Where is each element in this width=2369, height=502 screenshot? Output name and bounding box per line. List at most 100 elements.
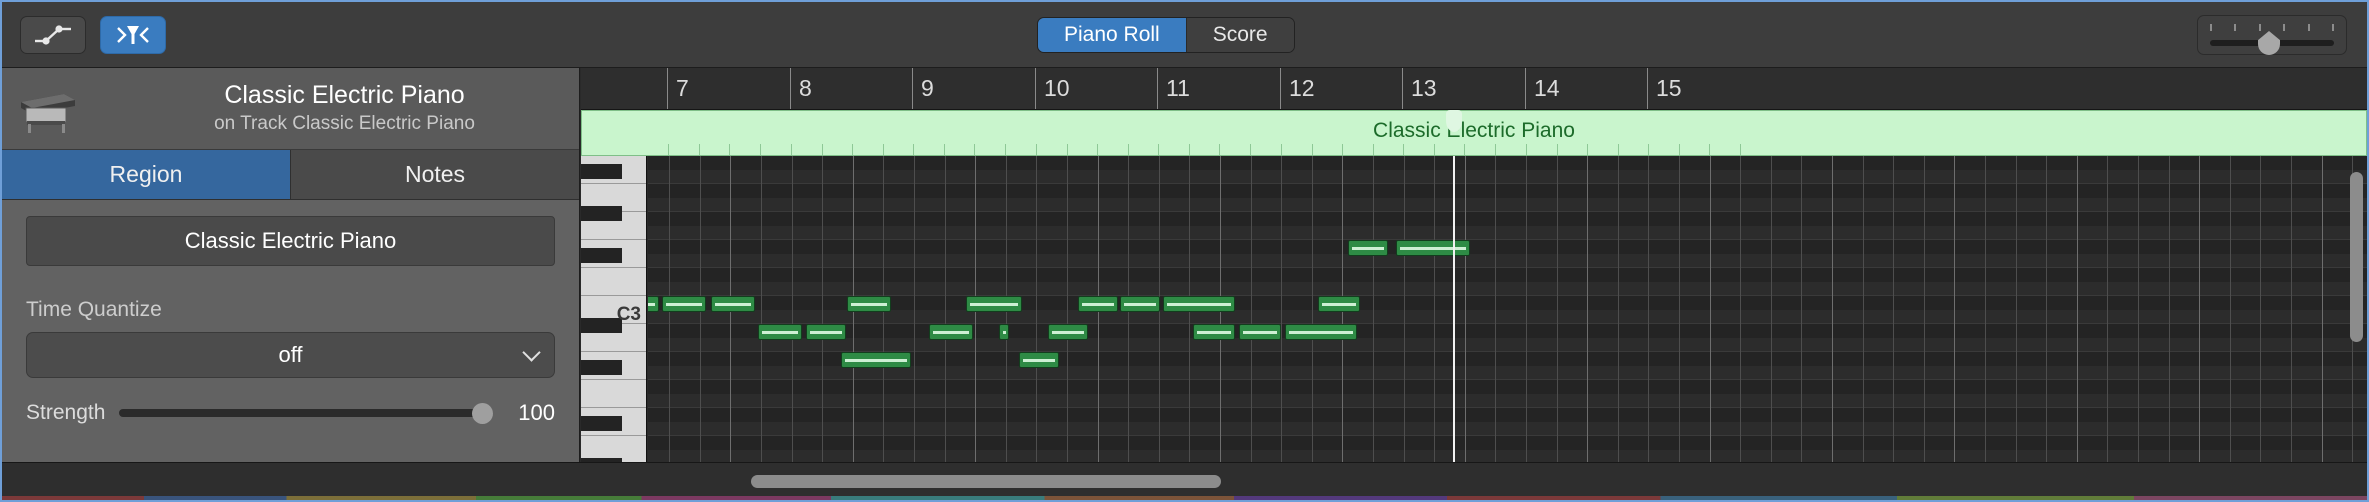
midi-note[interactable]: [1348, 240, 1388, 256]
time-quantize-select[interactable]: off: [26, 332, 555, 378]
grid-beat-line: [945, 156, 946, 466]
region-beat-tick: [1464, 144, 1466, 155]
tab-notes[interactable]: Notes: [290, 150, 579, 200]
region-beat-tick: [1556, 144, 1558, 155]
midi-note[interactable]: [1285, 324, 1357, 340]
piano-black-key[interactable]: [581, 206, 622, 221]
tab-score[interactable]: Score: [1185, 18, 1294, 52]
grid-row-shade: [648, 296, 2367, 310]
midi-note[interactable]: [1396, 240, 1470, 256]
flex-tool-icon[interactable]: [100, 16, 166, 54]
piano-white-key[interactable]: [581, 380, 646, 408]
grid-beat-line: [2138, 156, 2139, 466]
tab-piano-roll[interactable]: Piano Roll: [1038, 18, 1186, 52]
midi-note[interactable]: [806, 324, 846, 340]
midi-note[interactable]: [1163, 296, 1235, 312]
midi-note[interactable]: [1120, 296, 1160, 312]
piano-black-key[interactable]: [581, 248, 622, 263]
region-beat-tick: [1036, 144, 1037, 155]
midi-note[interactable]: [758, 324, 802, 340]
region-beat-tick: [1648, 144, 1649, 155]
region-beat-tick: [974, 144, 976, 155]
strength-slider-knob[interactable]: [472, 402, 493, 424]
grid-beat-line: [2230, 156, 2231, 466]
grid-beat-line: [2016, 156, 2017, 466]
strength-slider[interactable]: [119, 402, 493, 424]
region-beat-tick: [1403, 144, 1404, 155]
midi-note[interactable]: [841, 352, 911, 368]
region-beat-tick: [1678, 144, 1680, 155]
region-beat-tick: [668, 144, 669, 155]
piano-white-key[interactable]: [581, 268, 646, 296]
strength-value: 100: [518, 400, 555, 425]
tab-region[interactable]: Region: [2, 150, 290, 200]
region-beat-tick: [1097, 144, 1099, 155]
grid-beat-line: [1434, 156, 1435, 466]
midi-note[interactable]: [966, 296, 1022, 312]
vertical-scrollbar-thumb[interactable]: [2350, 172, 2363, 342]
grid-row-shade: [648, 380, 2367, 394]
midi-note[interactable]: [662, 296, 706, 312]
grid-beat-line: [1985, 156, 1986, 466]
region-beat-tick: [1526, 144, 1527, 155]
region-beat-tick: [1249, 144, 1251, 155]
grid-beat-line: [761, 156, 762, 466]
note-velocity-bar: [970, 302, 1018, 306]
piano-black-key[interactable]: [581, 416, 622, 431]
grid-beat-line: [1526, 156, 1527, 466]
note-velocity-bar: [1124, 302, 1156, 306]
slider-knob[interactable]: [2258, 31, 2280, 55]
grid-row-shade: [648, 324, 2367, 338]
grid-bar-line: [1832, 156, 1833, 466]
grid-bar-line: [1954, 156, 1955, 466]
grid-beat-line: [2169, 156, 2170, 466]
velocity-slider[interactable]: [2197, 15, 2347, 55]
note-velocity-bar: [1052, 330, 1084, 334]
piano-black-key[interactable]: [581, 164, 622, 179]
grid-row-shade: [648, 212, 2367, 226]
region-clip[interactable]: Classic Electric Piano: [581, 110, 2367, 156]
midi-note[interactable]: [1193, 324, 1235, 340]
region-lane[interactable]: Classic Electric Piano: [581, 110, 2367, 156]
grid-beat-line: [822, 156, 823, 466]
piano-keyboard[interactable]: C3: [581, 156, 647, 466]
ruler-mark-10: 10: [1035, 68, 1070, 109]
automation-curve-icon[interactable]: [20, 16, 86, 54]
midi-note[interactable]: [999, 324, 1009, 340]
ruler-mark-13: 13: [1402, 68, 1437, 109]
grid-row-shade: [648, 240, 2367, 254]
grid-beat-line: [2260, 156, 2261, 466]
inspector-tabs: Region Notes: [2, 150, 579, 200]
grid-bar-line: [2199, 156, 2200, 466]
time-quantize-label: Time Quantize: [26, 298, 162, 321]
note-velocity-bar: [648, 302, 655, 306]
inspector-body: Classic Electric Piano Time Quantize off…: [2, 200, 579, 426]
grid-beat-line: [1404, 156, 1405, 466]
midi-note[interactable]: [1078, 296, 1118, 312]
midi-note[interactable]: [1019, 352, 1059, 368]
ruler-mark-14: 14: [1525, 68, 1560, 109]
note-grid[interactable]: [648, 156, 2367, 466]
midi-note[interactable]: [847, 296, 891, 312]
horizontal-scrollbar-thumb[interactable]: [751, 475, 1221, 488]
grid-beat-line: [1893, 156, 1894, 466]
grid-bar-line: [2322, 156, 2323, 466]
midi-note[interactable]: [1048, 324, 1088, 340]
grid-row-shade: [648, 408, 2367, 422]
horizontal-scrollbar[interactable]: [581, 462, 2367, 500]
region-beat-tick: [791, 144, 792, 155]
grid-beat-line: [1251, 156, 1252, 466]
midi-note[interactable]: [929, 324, 973, 340]
region-name-field[interactable]: Classic Electric Piano: [26, 216, 555, 266]
timeline-ruler[interactable]: 7 8 9 10 11 12 13 14 15: [581, 68, 2367, 110]
midi-note[interactable]: [648, 296, 659, 312]
note-velocity-bar: [1082, 302, 1114, 306]
piano-black-key[interactable]: [581, 360, 622, 375]
grid-row-shade: [648, 184, 2367, 198]
midi-note[interactable]: [711, 296, 755, 312]
midi-note[interactable]: [1239, 324, 1281, 340]
playhead-marker[interactable]: [1446, 110, 1462, 132]
chevron-down-icon: [522, 343, 541, 362]
midi-note[interactable]: [1318, 296, 1360, 312]
grid-row-shade: [648, 268, 2367, 282]
